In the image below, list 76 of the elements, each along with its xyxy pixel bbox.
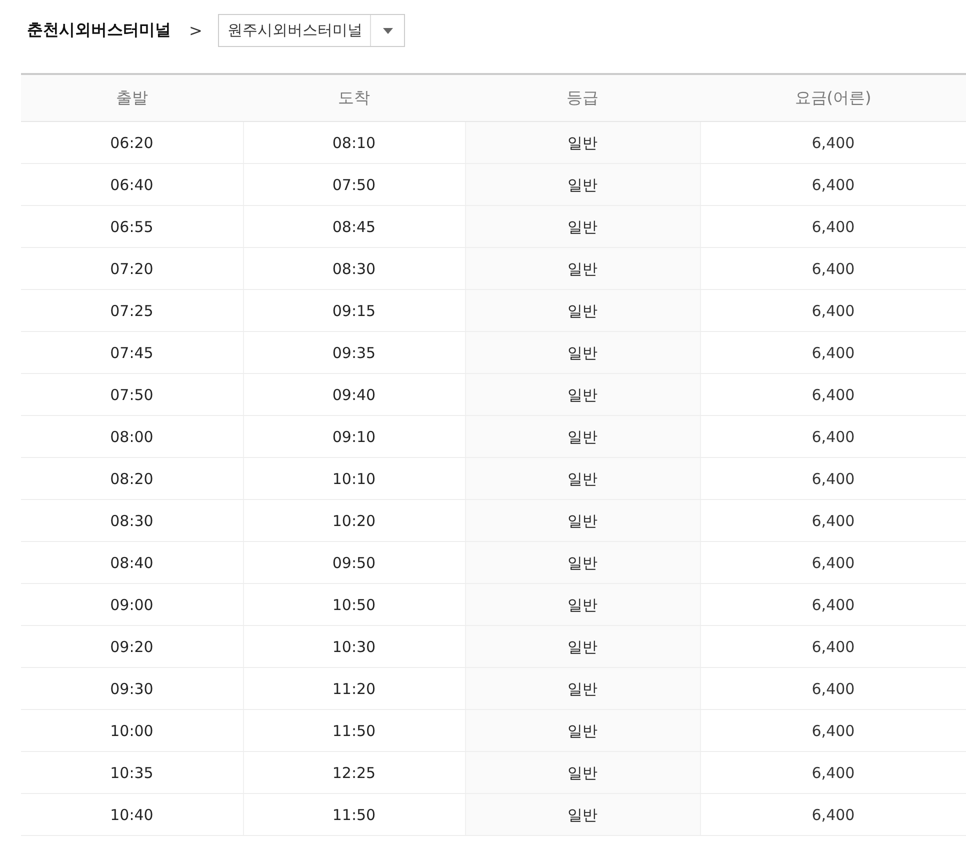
table-cell: 08:30 — [21, 500, 243, 542]
table-cell: 일반 — [465, 500, 700, 542]
table-cell: 일반 — [465, 668, 700, 710]
table-cell: 09:50 — [243, 542, 465, 584]
table-cell: 일반 — [465, 290, 700, 332]
table-cell: 6,400 — [700, 668, 966, 710]
table-cell: 일반 — [465, 206, 700, 248]
table-cell: 07:45 — [21, 332, 243, 374]
table-cell: 09:30 — [21, 668, 243, 710]
table-cell: 11:50 — [243, 794, 465, 836]
table-cell: 11:20 — [243, 668, 465, 710]
table-cell: 09:40 — [243, 374, 465, 416]
table-cell: 일반 — [465, 752, 700, 794]
table-cell: 09:00 — [21, 584, 243, 626]
table-cell: 6,400 — [700, 626, 966, 668]
table-cell: 6,400 — [700, 542, 966, 584]
table-cell: 08:40 — [21, 542, 243, 584]
table-cell: 06:40 — [21, 164, 243, 206]
table-cell: 07:50 — [243, 164, 465, 206]
table-cell: 06:55 — [21, 206, 243, 248]
table-cell: 일반 — [465, 626, 700, 668]
table-cell: 6,400 — [700, 248, 966, 290]
table-cell: 08:00 — [21, 416, 243, 458]
table-cell: 6,400 — [700, 416, 966, 458]
table-cell: 일반 — [465, 794, 700, 836]
column-header: 등급 — [465, 74, 700, 122]
table-cell: 10:10 — [243, 458, 465, 500]
table-cell: 12:25 — [243, 752, 465, 794]
table-cell: 일반 — [465, 248, 700, 290]
table-cell: 10:30 — [243, 626, 465, 668]
table-cell: 6,400 — [700, 794, 966, 836]
table-cell: 6,400 — [700, 458, 966, 500]
table-cell: 6,400 — [700, 122, 966, 164]
table-cell: 09:15 — [243, 290, 465, 332]
table-cell: 일반 — [465, 122, 700, 164]
table-cell: 6,400 — [700, 374, 966, 416]
table-cell: 일반 — [465, 542, 700, 584]
table-cell: 6,400 — [700, 710, 966, 752]
table-cell: 일반 — [465, 584, 700, 626]
table-cell: 06:20 — [21, 122, 243, 164]
table-cell: 일반 — [465, 164, 700, 206]
table-cell: 10:50 — [243, 584, 465, 626]
table-cell: 6,400 — [700, 206, 966, 248]
destination-select[interactable]: 원주시외버스터미널 — [218, 14, 406, 47]
table-cell: 6,400 — [700, 332, 966, 374]
table-cell: 6,400 — [700, 500, 966, 542]
chevron-icon: > — [189, 21, 202, 40]
table-cell: 일반 — [465, 458, 700, 500]
table-cell: 10:35 — [21, 752, 243, 794]
table-cell: 일반 — [465, 374, 700, 416]
table-cell: 6,400 — [700, 584, 966, 626]
table-cell: 일반 — [465, 332, 700, 374]
table-cell: 6,400 — [700, 164, 966, 206]
table-cell: 일반 — [465, 416, 700, 458]
origin-terminal: 춘천시외버스터미널 — [27, 20, 171, 41]
table-cell: 08:20 — [21, 458, 243, 500]
table-cell: 10:20 — [243, 500, 465, 542]
table-cell: 08:30 — [243, 248, 465, 290]
table-cell: 09:20 — [21, 626, 243, 668]
table-cell: 11:50 — [243, 710, 465, 752]
table-cell: 07:25 — [21, 290, 243, 332]
table-cell: 08:10 — [243, 122, 465, 164]
table-cell: 07:20 — [21, 248, 243, 290]
table-cell: 일반 — [465, 710, 700, 752]
table-cell: 08:45 — [243, 206, 465, 248]
column-header: 요금(어른) — [700, 74, 966, 122]
column-header: 도착 — [243, 74, 465, 122]
column-header: 출발 — [21, 74, 243, 122]
table-cell: 10:00 — [21, 710, 243, 752]
table-cell: 10:40 — [21, 794, 243, 836]
table-cell: 07:50 — [21, 374, 243, 416]
dropdown-caret-icon — [382, 28, 393, 34]
table-cell: 09:10 — [243, 416, 465, 458]
table-cell: 09:35 — [243, 332, 465, 374]
table-cell: 6,400 — [700, 290, 966, 332]
table-cell: 6,400 — [700, 752, 966, 794]
